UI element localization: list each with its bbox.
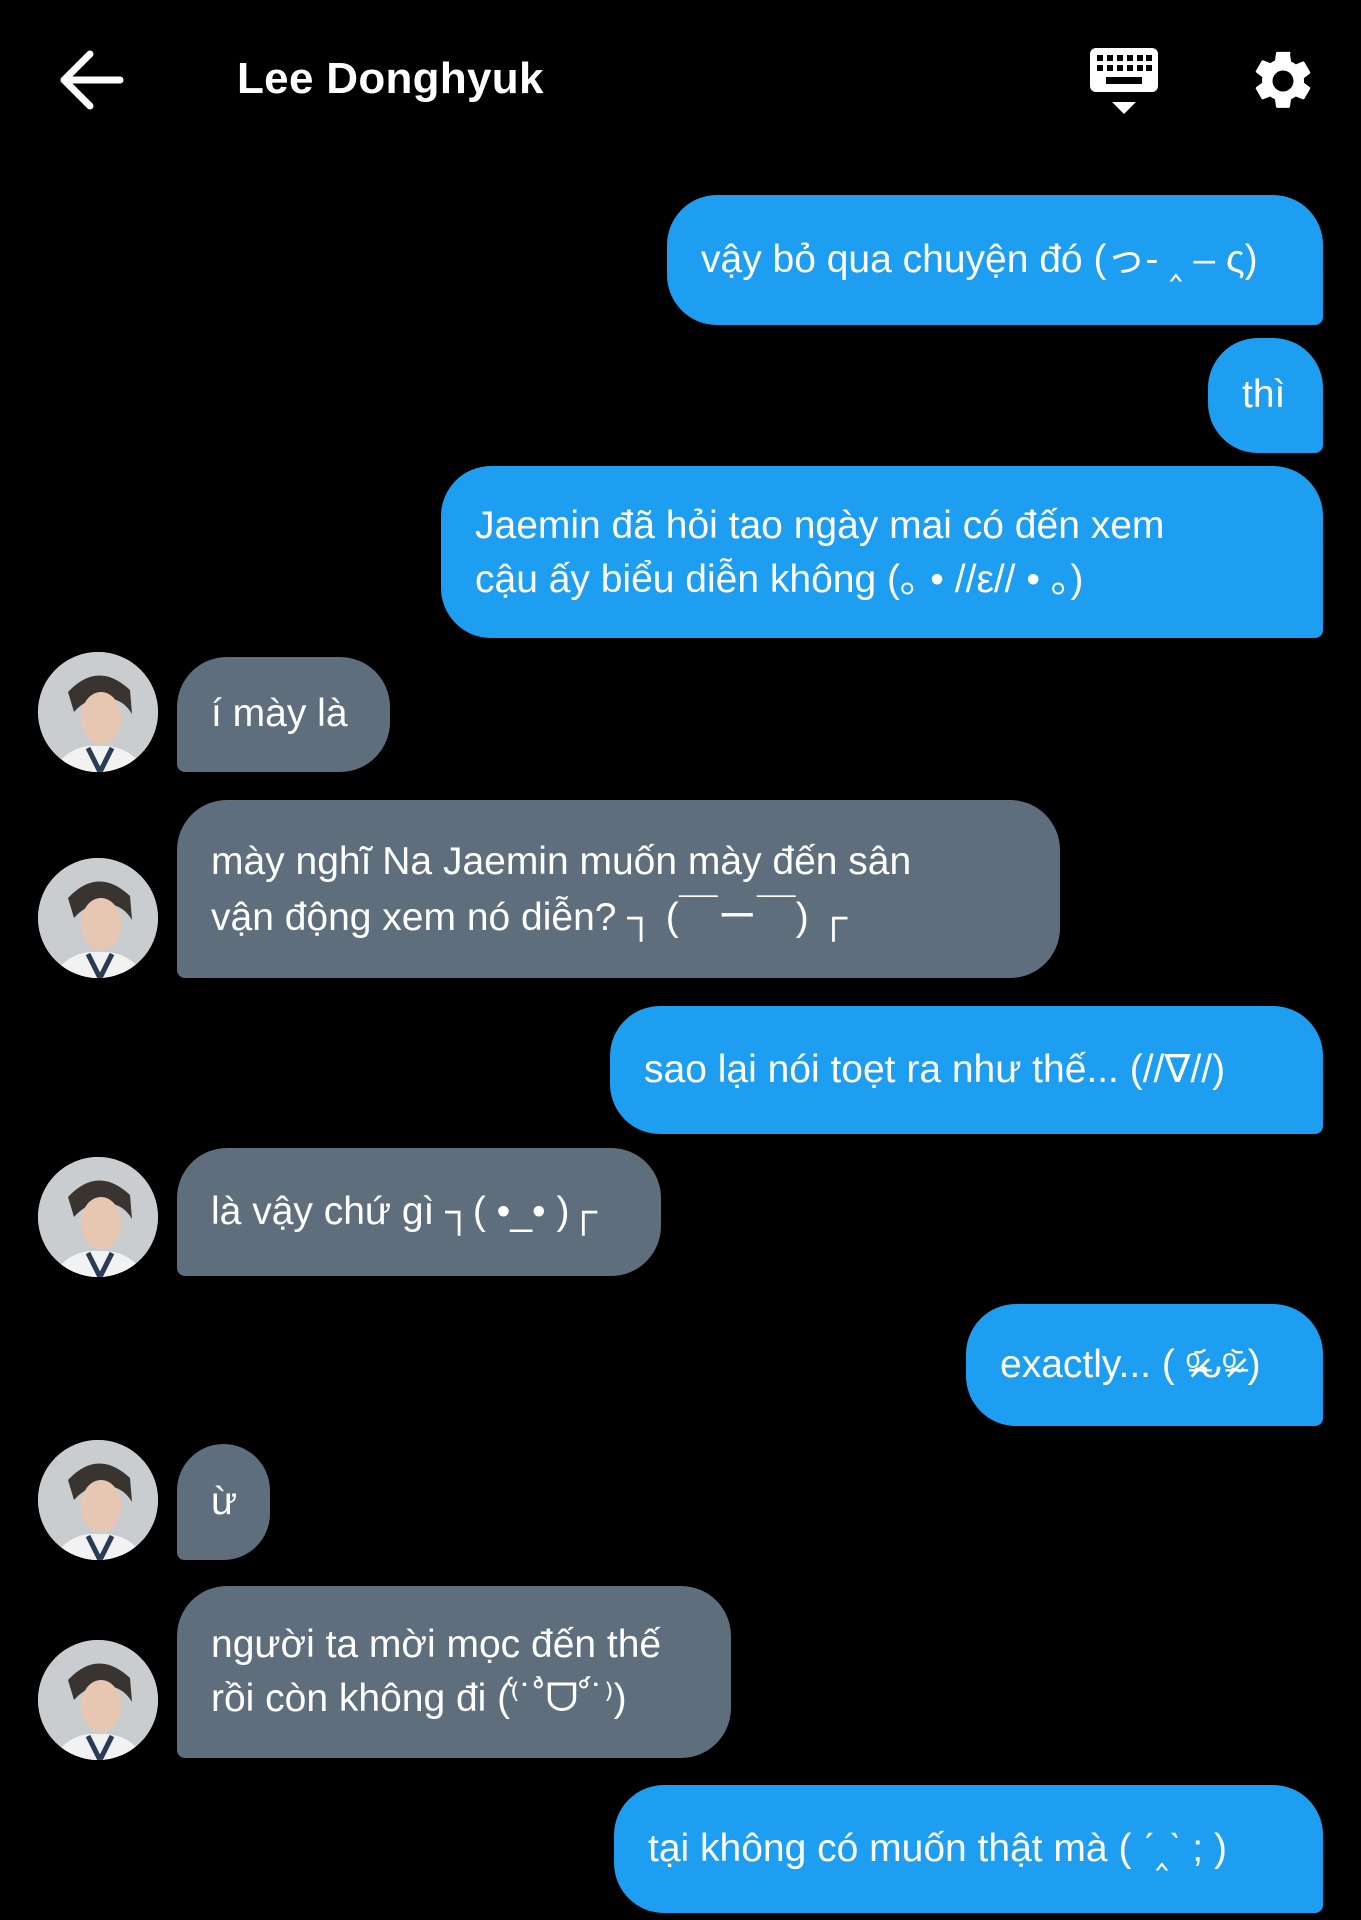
avatar-photo-icon [38,1640,158,1760]
avatar[interactable] [38,1440,158,1560]
outgoing-message-bubble[interactable]: exactly... ( ᵒ̴̶̷᷄ᴗᵒ̴̶̷᷅ ) [966,1304,1323,1426]
message-text: sao lại nói toẹt ra như thế... (//∇//) [644,1048,1226,1091]
message-text: vận động xem nó diễn? ┐ (￣ー￣) ┌ [211,896,848,939]
message-text: cậu ấy biểu diễn không (｡ • //ε// • ｡) [475,558,1084,601]
avatar[interactable] [38,1157,158,1277]
incoming-message-bubble[interactable]: í mày là [177,657,390,772]
avatar[interactable] [38,858,158,978]
incoming-message-bubble[interactable]: ừ [177,1444,270,1560]
avatar-photo-icon [38,652,158,772]
message-text: người ta mời mọc đến thế [211,1623,662,1666]
outgoing-message-bubble[interactable]: vậy bỏ qua chuyện đó (っ- ‸ – ς) [667,195,1323,325]
message-text: exactly... ( ᵒ̴̶̷᷄ᴗᵒ̴̶̷᷅ ) [1000,1343,1261,1386]
message-text: tại không có muốn thật mà ( ˊ‸ˋ ; ) [648,1827,1227,1870]
avatar-photo-icon [38,1440,158,1560]
avatar-photo-icon [38,858,158,978]
outgoing-message-bubble[interactable]: tại không có muốn thật mà ( ˊ‸ˋ ; ) [614,1785,1323,1913]
avatar[interactable] [38,1640,158,1760]
message-text: Jaemin đã hỏi tao ngày mai có đến xem [475,504,1165,547]
incoming-message-bubble[interactable]: là vậy chứ gì ┐( •_• )┌ [177,1148,661,1276]
message-text: là vậy chứ gì ┐( •_• )┌ [211,1190,598,1233]
outgoing-message-bubble[interactable]: Jaemin đã hỏi tao ngày mai có đến xem cậ… [441,466,1323,638]
message-text: í mày là [211,692,348,735]
incoming-message-bubble[interactable]: mày nghĩ Na Jaemin muốn mày đến sân vận … [177,800,1060,978]
message-text: ừ [211,1480,238,1523]
message-text: vậy bỏ qua chuyện đó (っ- ‸ – ς) [701,238,1258,281]
message-list: vậy bỏ qua chuyện đó (っ- ‸ – ς) thì Jaem… [0,0,1361,1920]
message-text: thì [1242,373,1286,416]
message-text: rồi còn không đi (⁽͑˙˚̀ᗜ˚́˙⁾) [211,1677,627,1720]
outgoing-message-bubble[interactable]: sao lại nói toẹt ra như thế... (//∇//) [610,1006,1323,1134]
incoming-message-bubble[interactable]: người ta mời mọc đến thế rồi còn không đ… [177,1586,731,1758]
message-text: mày nghĩ Na Jaemin muốn mày đến sân [211,840,912,883]
avatar[interactable] [38,652,158,772]
avatar-photo-icon [38,1157,158,1277]
outgoing-message-bubble[interactable]: thì [1208,338,1323,453]
